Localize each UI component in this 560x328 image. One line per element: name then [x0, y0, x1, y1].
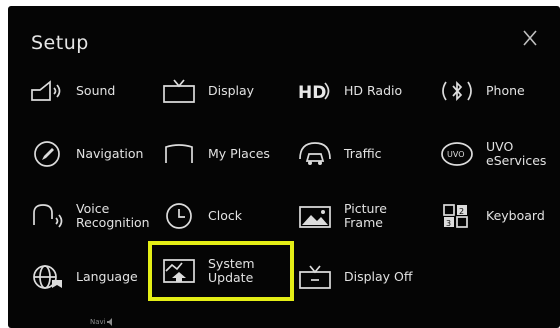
menu-item-display-label: Display — [208, 83, 255, 98]
menu-item-picture-frame-label: Picture Frame — [344, 201, 387, 230]
menu-item-sound[interactable]: Sound — [28, 76, 115, 106]
menu-item-keyboard[interactable]: 2 3 Keyboard — [438, 201, 545, 231]
clock-icon — [160, 201, 198, 231]
menu-item-language-label: Language — [76, 269, 138, 284]
uvo-icon: UVO — [438, 139, 476, 169]
navi-status-label: Navi — [90, 318, 106, 326]
menu-item-traffic-label: Traffic — [344, 146, 382, 161]
speaker-icon — [106, 318, 112, 326]
navigation-icon — [28, 139, 66, 169]
menu-item-voice-recognition[interactable]: Voice Recognition — [28, 201, 150, 231]
menu-item-clock[interactable]: Clock — [160, 201, 242, 231]
menu-item-voice-recognition-label: Voice Recognition — [76, 201, 150, 230]
menu-item-navigation-label: Navigation — [76, 146, 144, 161]
menu-item-keyboard-label: Keyboard — [486, 208, 545, 223]
menu-item-language[interactable]: Language — [28, 262, 138, 292]
menu-item-display[interactable]: Display — [160, 76, 254, 106]
svg-text:HD: HD — [298, 83, 326, 103]
menu-item-uvo-label: UVO eServices — [486, 139, 547, 168]
hd-radio-icon: HD — [296, 76, 334, 106]
setup-screen: Setup Sound Display HD HD Radio Phone Na… — [8, 6, 560, 328]
keyboard-icon: 2 3 — [438, 201, 476, 231]
menu-item-uvo[interactable]: UVO UVO eServices — [438, 139, 546, 169]
display-icon — [160, 76, 198, 106]
menu-item-picture-frame[interactable]: Picture Frame — [296, 201, 387, 231]
page-title: Setup — [31, 32, 89, 54]
my-places-icon — [160, 139, 198, 169]
menu-item-sound-label: Sound — [76, 83, 116, 98]
svg-text:3: 3 — [446, 219, 451, 228]
menu-item-my-places[interactable]: My Places — [160, 139, 270, 169]
navi-status: Navi — [90, 318, 116, 326]
display-off-icon — [296, 262, 334, 292]
menu-item-navigation[interactable]: Navigation — [28, 139, 143, 169]
svg-text:2: 2 — [459, 207, 464, 216]
svg-text:UVO: UVO — [447, 150, 464, 159]
menu-item-hd-radio[interactable]: HD HD Radio — [296, 76, 402, 106]
picture-frame-icon — [296, 201, 334, 231]
close-button[interactable] — [516, 25, 544, 51]
close-x-icon — [523, 30, 537, 46]
traffic-icon — [296, 139, 334, 169]
language-icon — [28, 262, 66, 292]
menu-item-phone-label: Phone — [486, 83, 525, 98]
menu-item-traffic[interactable]: Traffic — [296, 139, 382, 169]
system-update-highlight — [148, 241, 294, 301]
bluetooth-phone-icon — [438, 76, 476, 106]
menu-item-display-off[interactable]: Display Off — [296, 262, 413, 292]
menu-item-clock-label: Clock — [208, 208, 242, 223]
menu-item-display-off-label: Display Off — [344, 269, 413, 284]
voice-recognition-icon — [28, 201, 66, 231]
sound-icon — [28, 76, 66, 106]
menu-item-my-places-label: My Places — [208, 146, 270, 161]
menu-item-hd-radio-label: HD Radio — [344, 83, 403, 98]
menu-item-phone[interactable]: Phone — [438, 76, 525, 106]
